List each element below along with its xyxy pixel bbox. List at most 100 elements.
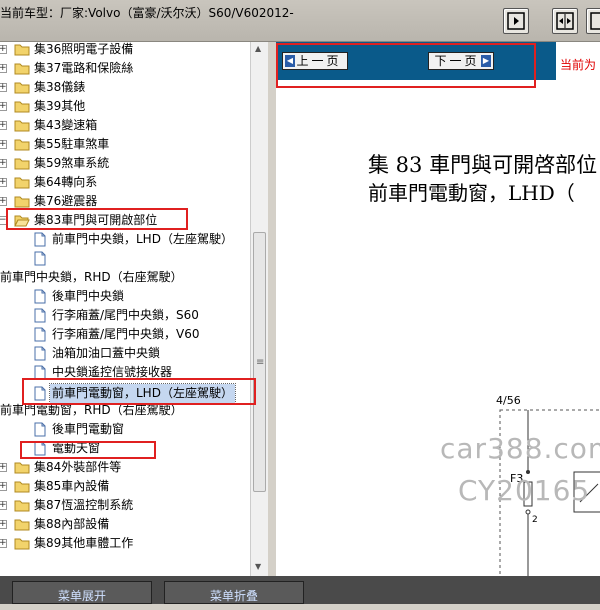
window-title: 当前车型：厂家:Volvo（富豪/沃尔沃）S60/V602012- (0, 6, 294, 20)
folder-icon (14, 176, 30, 189)
expand-pane-icon (507, 12, 525, 30)
tree-item-label: 集36照明電子設備 (34, 42, 134, 56)
tree-doc-item[interactable]: 後車門電動窗 (0, 420, 250, 439)
tree-item-label: 行李廂蓋/尾門中央鎖，S60 (52, 308, 199, 322)
expand-icon[interactable]: + (0, 482, 7, 491)
document-viewer: ◀ 上一页 下一页 ▶ 当前为 集 83 車門與可開啓部位 前車門電動窗，LHD… (276, 42, 600, 582)
tree-folder-item[interactable]: + 集89其他車體工作 (0, 534, 250, 553)
tree-doc-item[interactable] (0, 249, 250, 268)
expand-icon[interactable]: + (0, 83, 7, 92)
highlight-box-selected-doc (22, 378, 256, 405)
fullscreen-icon (590, 12, 600, 30)
expand-icon[interactable]: + (0, 501, 7, 510)
tree-item-label: 集38儀錶 (34, 80, 86, 94)
pane-splitter[interactable] (268, 42, 276, 576)
tree-folder-item[interactable]: + 集84外裝部件等 (0, 458, 250, 477)
scroll-down-icon[interactable]: ▼ (255, 562, 261, 571)
tree-scroll-thumb[interactable]: ≡ (253, 232, 266, 492)
document-title: 集 83 車門與可開啓部位 (368, 153, 598, 177)
current-page-label: 当前为 (560, 58, 597, 72)
tree-item-label: 集43變速箱 (34, 118, 98, 132)
document-icon (34, 422, 46, 437)
tree-folder-item[interactable]: + 集38儀錶 (0, 78, 250, 97)
title-bar: 当前车型：厂家:Volvo（富豪/沃尔沃）S60/V602012- (0, 0, 600, 42)
document-subtitle: 前車門電動窗，LHD（ (368, 181, 575, 205)
tree-item-label: 集88內部設備 (34, 517, 110, 531)
tree-item-label: 集39其他 (34, 99, 86, 113)
expand-icon[interactable]: + (0, 463, 7, 472)
expand-icon[interactable]: + (0, 539, 7, 548)
grip-icon: ≡ (256, 357, 265, 368)
expand-icon[interactable]: + (0, 159, 7, 168)
folder-icon (14, 157, 30, 170)
folder-icon (14, 499, 30, 512)
expand-pane-button[interactable] (503, 8, 529, 34)
tree-doc-item[interactable]: 油箱加油口蓋中央鎖 (0, 344, 250, 363)
expand-icon[interactable]: + (0, 121, 7, 130)
folder-icon (14, 62, 30, 75)
folder-icon (14, 537, 30, 550)
expand-icon[interactable]: + (0, 520, 7, 529)
tree-folder-item[interactable]: + 集43變速箱 (0, 116, 250, 135)
tree-folder-item[interactable]: + 集59煞車系統 (0, 154, 250, 173)
tree-folder-item[interactable]: + 集88內部設備 (0, 515, 250, 534)
folder-icon (14, 43, 30, 56)
folder-icon (14, 81, 30, 94)
expand-icon[interactable]: + (0, 45, 7, 54)
document-icon (34, 251, 46, 266)
folder-icon (14, 195, 30, 208)
folder-icon (14, 100, 30, 113)
diagram-ref-label: 4/56 (496, 394, 521, 407)
tree-item-label: 行李廂蓋/尾門中央鎖，V60 (52, 327, 200, 341)
tree-text-item[interactable]: 前車門中央鎖，RHD（右座駕駛） (0, 268, 250, 287)
menu-expand-button[interactable]: 菜单展开 (12, 581, 152, 604)
chapter-tree[interactable]: +集36照明電子設備+集37電路和保險絲+集38儀錶+集39其他+集43變速箱+… (0, 42, 268, 576)
tree-item-label: 集55駐車煞車 (34, 137, 110, 151)
tree-item-label: 集64轉向系 (34, 175, 98, 189)
folder-icon (14, 480, 30, 493)
folder-icon (14, 138, 30, 151)
tree-item-label: 集87恆溫控制系統 (34, 498, 134, 512)
tree-item-label: 後車門電動窗 (52, 422, 125, 436)
tree-item-label: 集59煞車系統 (34, 156, 110, 170)
tree-doc-item[interactable]: 後車門中央鎖 (0, 287, 250, 306)
tree-item-label: 前車門中央鎖，LHD（左座駕駛） (52, 232, 233, 246)
tree-folder-item[interactable]: + 集37電路和保險絲 (0, 59, 250, 78)
expand-icon[interactable]: + (0, 178, 7, 187)
split-pane-icon (556, 12, 574, 30)
tree-scrollbar[interactable]: ▲ ≡ ▼ (250, 42, 268, 576)
tree-folder-item[interactable]: + 集87恆溫控制系統 (0, 496, 250, 515)
scroll-up-icon[interactable]: ▲ (255, 44, 261, 53)
tree-folder-item[interactable]: + 集39其他 (0, 97, 250, 116)
tree-doc-item[interactable]: 前車門中央鎖，LHD（左座駕駛） (0, 230, 250, 249)
folder-icon (14, 461, 30, 474)
tree-item-label: 集85車內設備 (34, 479, 110, 493)
folder-icon (14, 119, 30, 132)
tree-item-label: 油箱加油口蓋中央鎖 (52, 346, 161, 360)
expand-icon[interactable]: + (0, 140, 7, 149)
folder-icon (14, 518, 30, 531)
tree-item-label: 集37電路和保險絲 (34, 61, 134, 75)
highlight-box-rear-window (20, 441, 156, 459)
tree-folder-item[interactable]: + 集85車內設備 (0, 477, 250, 496)
tree-folder-item[interactable]: + 集36照明電子設備 (0, 42, 250, 59)
bottom-bar: 菜单展开 菜单折叠 (0, 576, 600, 604)
expand-icon[interactable]: + (0, 64, 7, 73)
tree-doc-item[interactable]: 行李廂蓋/尾門中央鎖，V60 (0, 325, 250, 344)
tree-item-label: 集89其他車體工作 (34, 536, 134, 550)
tree-item-label: 前車門中央鎖，RHD（右座駕駛） (0, 270, 183, 284)
fullscreen-button[interactable] (586, 8, 600, 34)
document-icon (34, 232, 46, 247)
menu-collapse-button[interactable]: 菜单折叠 (164, 581, 304, 604)
document-icon (34, 308, 46, 323)
watermark-code: CY20165 (458, 474, 591, 507)
tree-doc-item[interactable]: 行李廂蓋/尾門中央鎖，S60 (0, 306, 250, 325)
split-pane-button[interactable] (552, 8, 578, 34)
expand-icon[interactable]: + (0, 102, 7, 111)
pin-label: 2 (532, 515, 538, 525)
tree-folder-item[interactable]: + 集55駐車煞車 (0, 135, 250, 154)
tree-item-label: 集84外裝部件等 (34, 460, 122, 474)
expand-icon[interactable]: + (0, 197, 7, 206)
tree-folder-item[interactable]: + 集64轉向系 (0, 173, 250, 192)
document-icon (34, 346, 46, 361)
